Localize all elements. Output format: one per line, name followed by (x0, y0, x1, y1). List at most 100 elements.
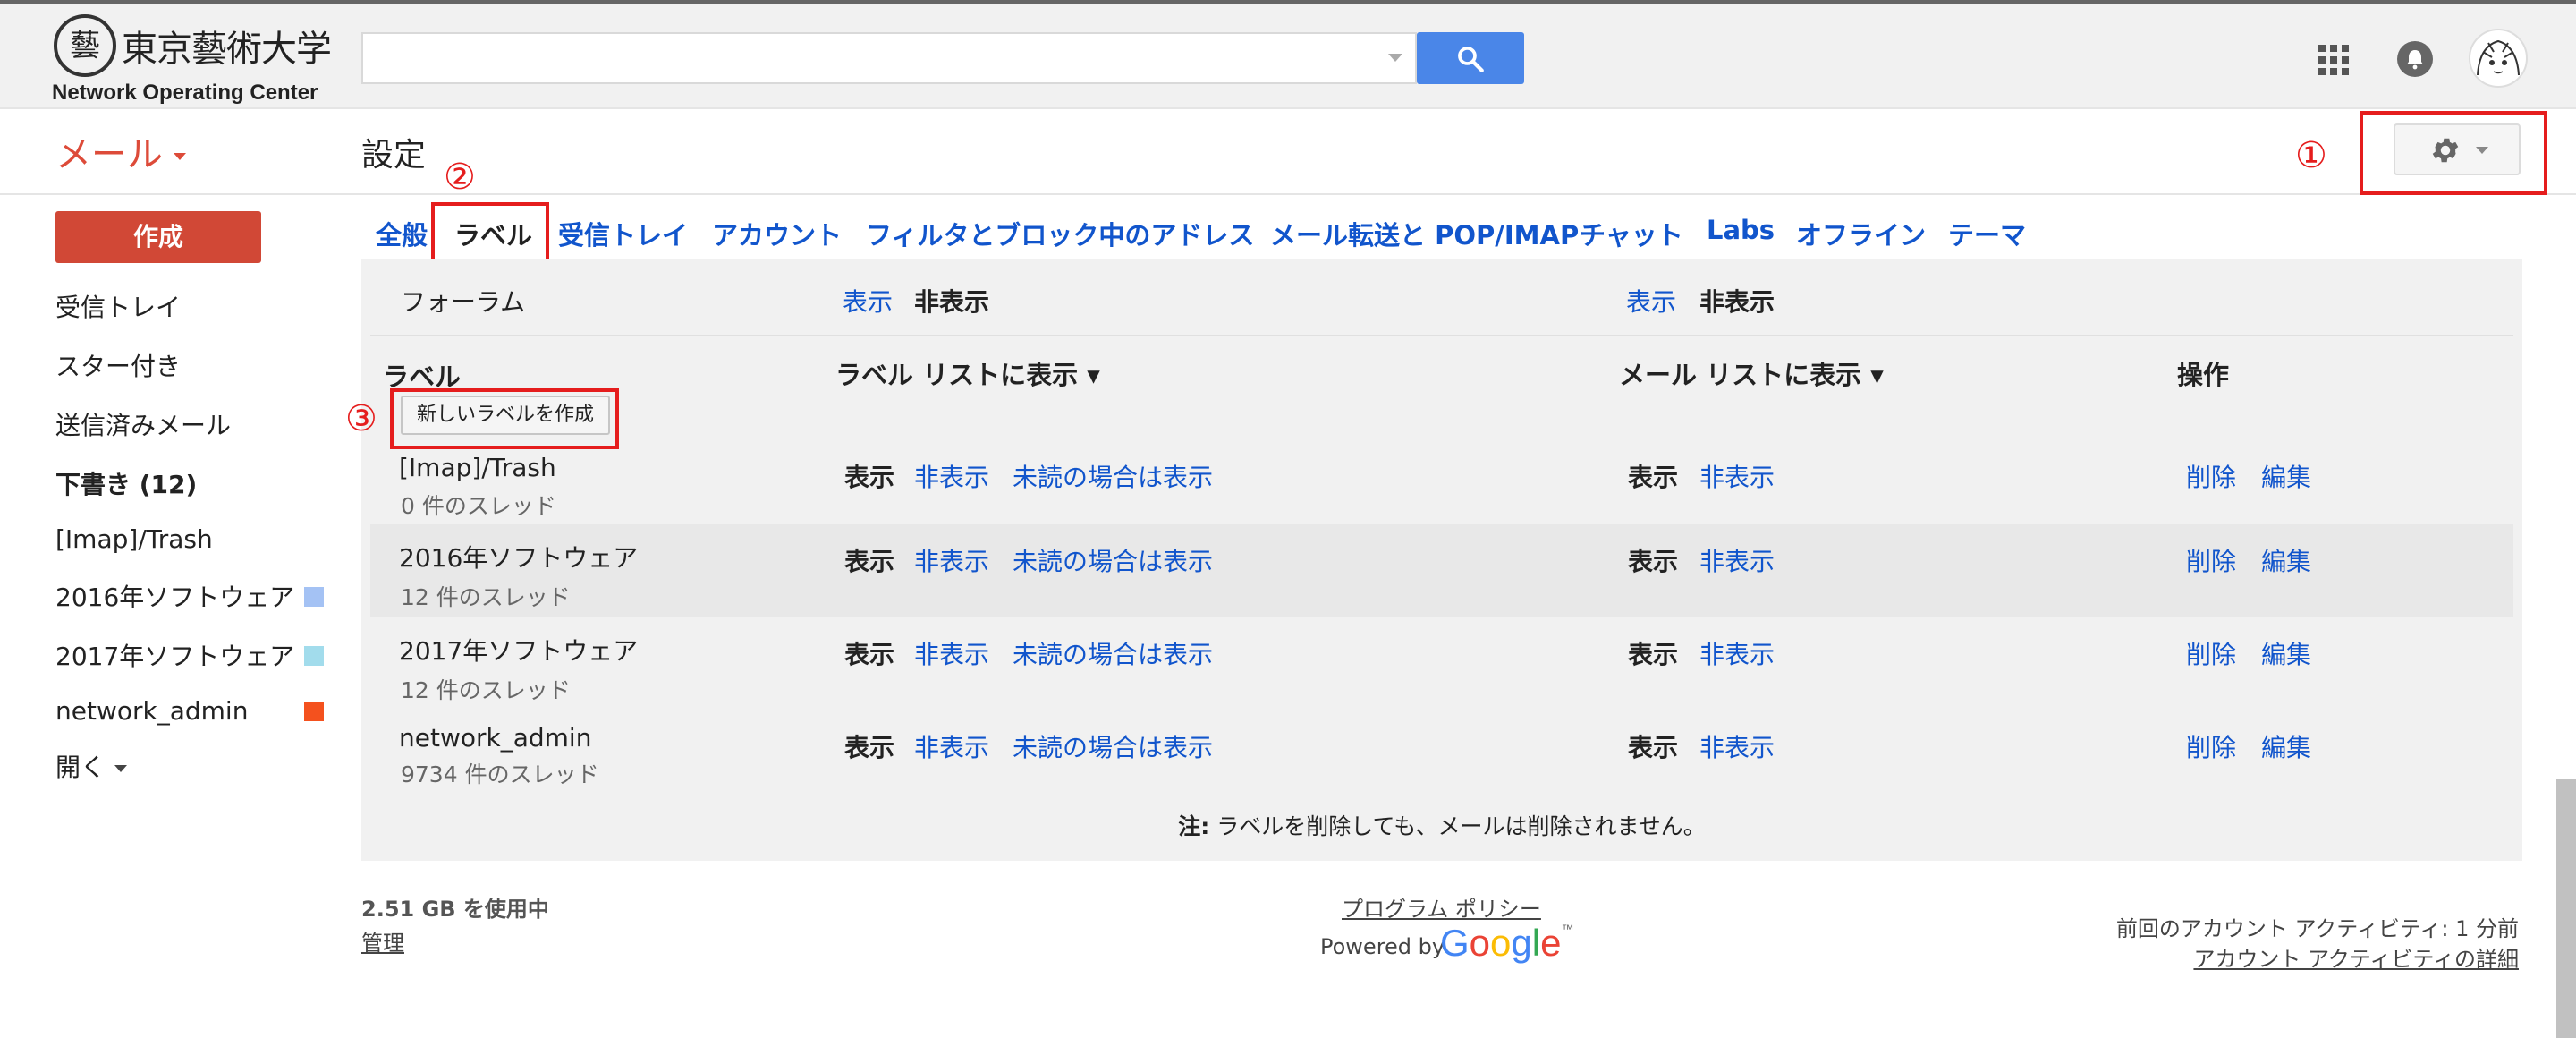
label-thread-count: 0 件のスレッド (401, 493, 556, 519)
note-text: ラベルを削除しても、メールは削除されません。 (1209, 813, 1706, 839)
google-logo: Google™ (1440, 922, 1573, 965)
google-letter: g (1511, 922, 1532, 964)
mail-list-show-selected: 表示 (1628, 547, 1679, 576)
user-avatar[interactable] (2469, 29, 2528, 88)
annotation-box-create-label (390, 388, 619, 449)
more-label: 開く (55, 753, 106, 782)
apps-grid-icon[interactable] (2318, 45, 2349, 75)
account-activity-details-link[interactable]: アカウント アクティビティの詳細 (2193, 941, 2519, 973)
tab-chat[interactable]: チャット (1580, 215, 1683, 252)
tab-forwarding-pop-imap[interactable]: メール転送と POP/IMAP (1270, 215, 1579, 252)
search-button[interactable] (1417, 32, 1524, 84)
avatar-drawing-icon (2477, 39, 2520, 76)
page-title: 設定 (361, 137, 427, 174)
sidebar-item-starred[interactable]: スター付き (55, 347, 181, 383)
mail-list-hide-link[interactable]: 非表示 (1699, 728, 1775, 764)
edit-label-link[interactable]: 編集 (2261, 635, 2311, 671)
delete-label-link[interactable]: 削除 (2186, 635, 2236, 671)
edit-label-link[interactable]: 編集 (2261, 542, 2311, 578)
mail-list-show-selected: 表示 (1628, 640, 1679, 669)
logo-japanese-text: 東京藝術大学 (122, 29, 332, 70)
column-header-label-list[interactable]: ラベル リストに表示 ▾ (835, 354, 1100, 392)
label-color-swatch[interactable] (304, 646, 324, 666)
top-bar: 藝 東京藝術大学 Network Operating Center (0, 0, 2576, 109)
mail-menu-label: メール (55, 134, 163, 175)
forum-label-name: フォーラム (401, 287, 526, 317)
divider (370, 335, 2513, 336)
tab-themes[interactable]: テーマ (1948, 215, 2026, 252)
label-thread-count: 12 件のスレッド (401, 584, 571, 610)
label-list-show-selected: 表示 (844, 547, 895, 576)
annotation-box-labels-tab (431, 202, 549, 265)
university-logo[interactable]: 藝 東京藝術大学 Network Operating Center (50, 13, 332, 109)
label-list-show-selected: 表示 (844, 463, 895, 492)
sidebar-item-sent[interactable]: 送信済みメール (55, 406, 231, 442)
tab-labs[interactable]: Labs (1707, 215, 1775, 245)
note-prefix: 注: (1178, 813, 1210, 839)
university-seal-icon: 藝 (54, 14, 116, 77)
label-list-hide-link[interactable]: 非表示 (914, 542, 989, 578)
logo-english-text: Network Operating Center (52, 81, 318, 105)
label-list-hide-link[interactable]: 非表示 (914, 728, 989, 764)
annotation-marker-2: ② (444, 157, 476, 198)
powered-by-text: Powered by (1320, 934, 1445, 959)
compose-button[interactable]: 作成 (55, 211, 261, 263)
google-letter: G (1440, 922, 1470, 964)
tab-offline[interactable]: オフライン (1796, 215, 1926, 252)
label-thread-count: 12 件のスレッド (401, 677, 571, 703)
sidebar-item-inbox[interactable]: 受信トレイ (55, 288, 181, 324)
forum-label-list-show-link[interactable]: 表示 (843, 283, 893, 319)
sidebar-item-imap-trash[interactable]: [Imap]/Trash (55, 524, 213, 554)
label-color-swatch[interactable] (304, 702, 324, 721)
label-list-show-selected: 表示 (844, 640, 895, 669)
manage-storage-link[interactable]: 管理 (361, 925, 404, 957)
sidebar-item-2016-software[interactable]: 2016年ソフトウェア (55, 578, 294, 614)
label-list-show-selected: 表示 (844, 733, 895, 762)
tab-accounts[interactable]: アカウント (712, 215, 842, 252)
label-list-show-if-unread-link[interactable]: 未読の場合は表示 (1013, 542, 1213, 578)
search-options-dropdown-icon[interactable] (1388, 54, 1402, 62)
label-name: 2017年ソフトウェア (399, 636, 639, 666)
sub-header: メール 設定 (0, 109, 2576, 195)
page-scrollbar[interactable] (2556, 778, 2576, 1038)
mail-list-hide-link[interactable]: 非表示 (1699, 542, 1775, 578)
label-color-swatch[interactable] (304, 587, 324, 607)
sidebar-item-2017-software[interactable]: 2017年ソフトウェア (55, 637, 294, 673)
edit-label-link[interactable]: 編集 (2261, 458, 2311, 494)
tab-general[interactable]: 全般 (376, 215, 428, 252)
program-policy-link[interactable]: プログラム ポリシー (1342, 891, 1541, 923)
column-header-mail-list[interactable]: メール リストに表示 ▾ (1619, 354, 1884, 392)
search-icon (1458, 47, 1484, 72)
storage-usage: 2.51 GB を使用中 (361, 897, 549, 922)
google-letter: e (1540, 922, 1562, 964)
label-list-hide-link[interactable]: 非表示 (914, 635, 989, 671)
mail-list-hide-link[interactable]: 非表示 (1699, 635, 1775, 671)
edit-label-link[interactable]: 編集 (2261, 728, 2311, 764)
trademark-sign: ™ (1561, 922, 1574, 936)
annotation-box-settings (2360, 111, 2547, 195)
chevron-down-icon (114, 765, 128, 772)
mail-menu-button[interactable]: メール (55, 125, 186, 177)
label-list-hide-link[interactable]: 非表示 (914, 458, 989, 494)
annotation-marker-1: ① (2295, 135, 2327, 176)
delete-label-link[interactable]: 削除 (2186, 542, 2236, 578)
sidebar-item-drafts[interactable]: 下書き (12) (55, 465, 197, 501)
search-input[interactable] (363, 34, 1376, 81)
delete-note: 注: ラベルを削除しても、メールは削除されません。 (361, 809, 2522, 841)
label-thread-count: 9734 件のスレッド (401, 761, 599, 787)
tab-inbox[interactable]: 受信トレイ (558, 215, 688, 252)
mail-list-show-selected: 表示 (1628, 463, 1679, 492)
mail-list-hide-link[interactable]: 非表示 (1699, 458, 1775, 494)
delete-label-link[interactable]: 削除 (2186, 728, 2236, 764)
sidebar-item-network-admin[interactable]: network_admin (55, 696, 248, 726)
label-name: network_admin (399, 723, 592, 753)
label-list-show-if-unread-link[interactable]: 未読の場合は表示 (1013, 635, 1213, 671)
tab-filters[interactable]: フィルタとブロック中のアドレス (866, 215, 1254, 252)
delete-label-link[interactable]: 削除 (2186, 458, 2236, 494)
notifications-bell-icon[interactable] (2397, 41, 2433, 77)
label-list-show-if-unread-link[interactable]: 未読の場合は表示 (1013, 728, 1213, 764)
label-list-show-if-unread-link[interactable]: 未読の場合は表示 (1013, 458, 1213, 494)
sidebar-item-more[interactable]: 開く (55, 748, 128, 784)
forum-mail-list-show-link[interactable]: 表示 (1626, 283, 1676, 319)
labels-settings-panel: フォーラム 表示 非表示 表示 非表示 ラベル ラベル リストに表示 ▾ メール… (361, 260, 2522, 861)
